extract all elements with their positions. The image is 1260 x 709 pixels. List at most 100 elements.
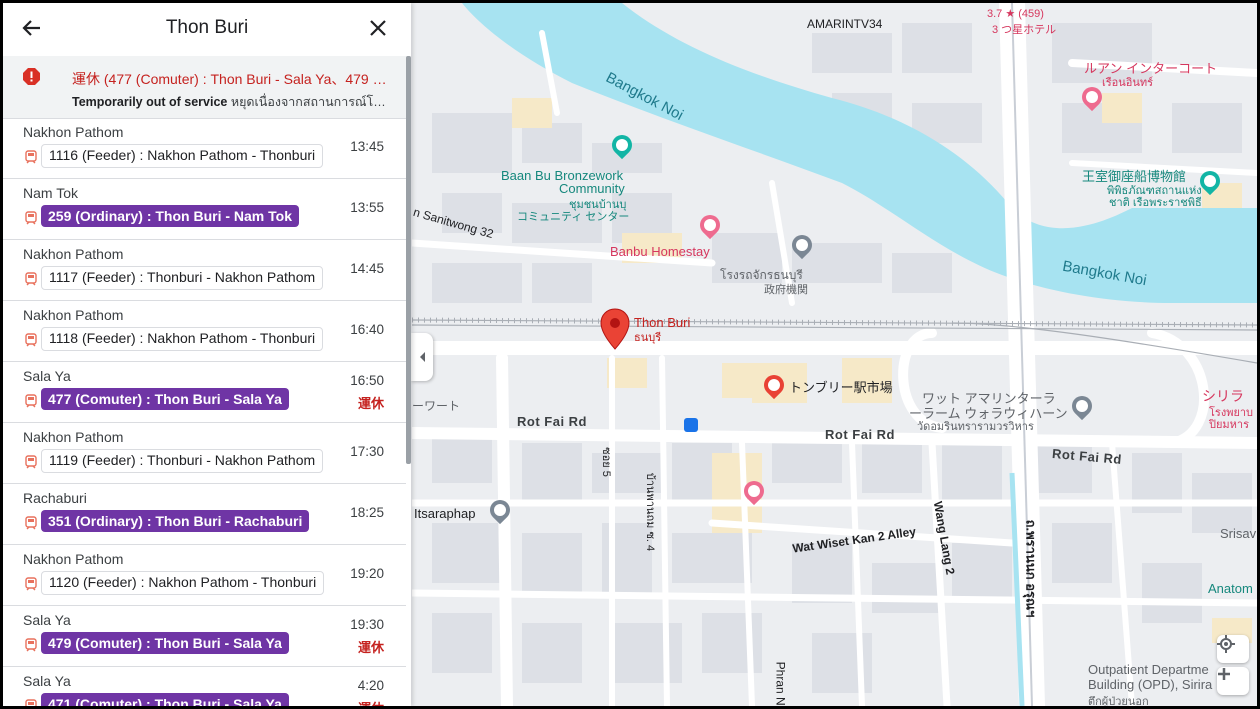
map-label: AMARINTV34: [807, 17, 883, 31]
route-chip[interactable]: 1120 (Feeder) : Nakhon Pathom - Thonburi: [41, 571, 325, 595]
alert-sub-bold: Temporarily out of service: [72, 95, 228, 109]
departure-row[interactable]: Nakhon Pathom 1118 (Feeder) : Nakhon Path…: [3, 301, 406, 362]
destination-label: Nakhon Pathom: [23, 307, 124, 323]
train-icon: [24, 455, 38, 469]
train-icon: [24, 333, 38, 347]
destination-label: Nakhon Pathom: [23, 551, 124, 567]
map-label: Srisav: [1220, 526, 1257, 541]
departure-time: 13:45: [350, 139, 384, 154]
departure-time: 13:55: [350, 200, 384, 215]
destination-label: Nakhon Pathom: [23, 246, 124, 262]
alert-subtitle: Temporarily out of service หยุดเนื่องจาก…: [72, 92, 390, 112]
map-label: ปิยมหาร: [1209, 419, 1250, 431]
departure-time: 17:30: [350, 444, 384, 459]
map-label: ーワート: [412, 399, 461, 413]
road-label: Phran Nok: [773, 661, 788, 706]
train-icon: [24, 150, 38, 164]
departure-row[interactable]: Nam Tok 259 (Ordinary) : Thon Buri - Nam …: [3, 179, 406, 240]
map-label: 3 つ星ホテル: [992, 24, 1057, 36]
page-title: Thon Buri: [165, 17, 249, 38]
scrollbar[interactable]: [406, 56, 411, 464]
destination-label: Nam Tok: [23, 185, 78, 201]
alert-sub-rest: หยุดเนื่องจากสถานการณ์โควิด-19: [230, 95, 390, 109]
route-chip[interactable]: 1117 (Feeder) : Thonburi - Nakhon Pathom: [41, 266, 324, 290]
departure-row[interactable]: Nakhon Pathom 1116 (Feeder) : Nakhon Path…: [3, 118, 406, 179]
route-chip[interactable]: 471 (Comuter) : Thon Buri - Sala Ya: [41, 693, 289, 706]
route-chip[interactable]: 477 (Comuter) : Thon Buri - Sala Ya: [41, 388, 289, 410]
map-label: Community: [559, 181, 625, 196]
train-icon: [24, 577, 38, 591]
map-label: เรือนอินทร์: [1102, 77, 1154, 89]
route-chip[interactable]: 479 (Comuter) : Thon Buri - Sala Ya: [41, 632, 289, 654]
departure-time: 4:20: [357, 678, 384, 693]
train-icon: [24, 516, 38, 530]
departure-time: 19:20: [350, 566, 384, 581]
departure-row[interactable]: Sala Ya 477 (Comuter) : Thon Buri - Sala …: [3, 362, 406, 423]
departure-row[interactable]: Nakhon Pathom 1119 (Feeder) : Thonburi - …: [3, 423, 406, 484]
map-canvas[interactable]: AMARINTV34 3.7 ★ (459) 3 つ星ホテル ルアン インターコ…: [412, 3, 1257, 706]
destination-label: Sala Ya: [23, 368, 71, 384]
service-alert[interactable]: 運休 (477 (Comuter) : Thon Buri - Sala Ya、…: [3, 56, 411, 119]
route-chip[interactable]: 1119 (Feeder) : Thonburi - Nakhon Pathom: [41, 449, 324, 473]
destination-label: Sala Ya: [23, 673, 71, 689]
road-label: บ้านพานถม ซ. 4: [644, 472, 657, 552]
map-graphics: [412, 3, 1257, 706]
map-label: วัดอมรินทรารามวรวิหาร: [917, 421, 1034, 433]
crosshair-icon: [1217, 635, 1235, 653]
warning-icon: [23, 68, 40, 85]
departure-list: Nakhon Pathom 1116 (Feeder) : Nakhon Path…: [3, 118, 406, 706]
train-icon: [24, 394, 38, 408]
destination-label: Nakhon Pathom: [23, 429, 124, 445]
destination-label: Nakhon Pathom: [23, 124, 124, 140]
map-label: Banbu Homestay: [610, 244, 710, 259]
map-label: トンブリー駅市場: [789, 380, 893, 395]
status-badge: 運休: [357, 640, 384, 655]
zoom-in-button[interactable]: [1217, 667, 1249, 695]
chevron-left-icon: [420, 352, 425, 362]
departure-row[interactable]: Sala Ya 471 (Comuter) : Thon Buri - Sala …: [3, 667, 406, 706]
my-location-button[interactable]: [1217, 635, 1249, 663]
map-label: Anatom: [1208, 581, 1253, 596]
road-label: Rot Fai Rd: [825, 427, 895, 442]
map-label: コミュニティ センター: [517, 211, 630, 223]
departure-row[interactable]: Nakhon Pathom 1120 (Feeder) : Nakhon Path…: [3, 545, 406, 606]
departure-row[interactable]: Rachaburi 351 (Ordinary) : Thon Buri - Ra…: [3, 484, 406, 545]
status-badge: 運休: [358, 698, 384, 706]
departure-row[interactable]: Nakhon Pathom 1117 (Feeder) : Thonburi - …: [3, 240, 406, 301]
departures-panel: Thon Buri 運休 (477 (Comuter) : Thon Buri …: [3, 3, 411, 706]
road-label: Rot Fai Rd: [517, 414, 587, 429]
route-chip[interactable]: 351 (Ordinary) : Thon Buri - Rachaburi: [41, 510, 310, 532]
road-label: ถ.พรานนก อรุณฯ: [1023, 519, 1039, 618]
map-label: Outpatient Departme: [1088, 662, 1209, 677]
map-label: ชาติ เรือพระราชพิธี: [1109, 197, 1202, 209]
departure-row[interactable]: Sala Ya 479 (Comuter) : Thon Buri - Sala …: [3, 606, 406, 667]
departure-time: 14:45: [350, 261, 384, 276]
train-icon: [24, 699, 38, 706]
station-marker-icon[interactable]: [600, 308, 630, 350]
panel-header: Thon Buri: [3, 3, 411, 56]
destination-label: Rachaburi: [23, 490, 87, 506]
route-chip[interactable]: 259 (Ordinary) : Thon Buri - Nam Tok: [41, 205, 299, 227]
transit-station-icon[interactable]: [684, 418, 698, 432]
train-icon: [24, 272, 38, 286]
close-icon: [370, 20, 386, 36]
map-label: ตึกผู้ป่วยนอก: [1088, 696, 1149, 706]
map-label: 3.7 ★ (459): [987, 8, 1044, 20]
status-badge: 運休: [357, 396, 384, 411]
departure-time: 19:30: [350, 617, 384, 632]
app-frame: AMARINTV34 3.7 ★ (459) 3 つ星ホテル ルアン インターコ…: [3, 3, 1257, 706]
departure-time: 18:25: [350, 505, 384, 520]
alert-title: 運休 (477 (Comuter) : Thon Buri - Sala Ya、…: [72, 71, 390, 87]
road-label: ซอย 5: [599, 447, 612, 477]
collapse-panel-button[interactable]: [411, 333, 433, 381]
departure-time: 16:50: [350, 373, 384, 388]
station-label-th: ธนบุรี: [634, 332, 662, 344]
route-chip[interactable]: 1118 (Feeder) : Nakhon Pathom - Thonburi: [41, 327, 324, 351]
train-icon: [24, 638, 38, 652]
departure-time: 16:40: [350, 322, 384, 337]
map-label: Itsaraphap: [414, 506, 476, 521]
close-button[interactable]: [363, 13, 393, 43]
route-chip[interactable]: 1116 (Feeder) : Nakhon Pathom - Thonburi: [41, 144, 324, 168]
map-label: 政府機関: [764, 284, 808, 296]
map-label: Building (OPD), Sirira: [1088, 677, 1213, 692]
